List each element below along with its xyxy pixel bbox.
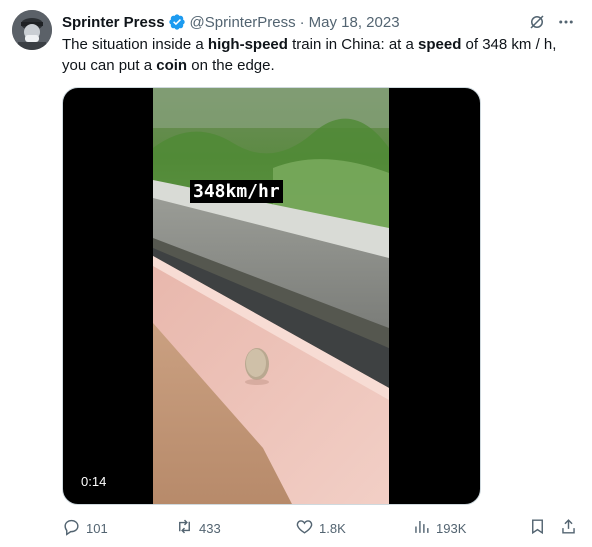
reply-icon (62, 517, 81, 539)
tweet-header: Sprinter Press @SprinterPress · May 18, … (62, 12, 576, 32)
tweet-text-part: train in China: at a (287, 36, 419, 53)
separator-dot: · (299, 13, 305, 31)
bookmark-icon (528, 517, 547, 539)
repost-icon (175, 517, 194, 539)
bookmark-button[interactable] (528, 516, 547, 540)
author-name[interactable]: Sprinter Press (62, 14, 165, 31)
reply-count: 101 (86, 520, 108, 536)
share-icon (559, 517, 578, 539)
header-actions (528, 13, 576, 31)
like-count: 1.8K (319, 520, 346, 536)
repost-count: 433 (199, 520, 221, 536)
author-handle[interactable]: @SprinterPress (190, 14, 296, 31)
video-player[interactable]: 348km/hr 0:14 (62, 87, 481, 505)
heart-icon (295, 517, 314, 539)
tweet-text-bold: high-speed (207, 36, 288, 53)
views-icon (412, 517, 431, 539)
video-duration: 0:14 (75, 472, 113, 491)
views-button[interactable]: 193K (412, 516, 466, 540)
like-button[interactable]: 1.8K (295, 516, 346, 540)
tweet-text-bold: coin (156, 57, 188, 74)
avatar[interactable] (12, 10, 52, 50)
tweet-date[interactable]: May 18, 2023 (309, 14, 400, 31)
tweet-text-part: on the edge. (187, 57, 275, 74)
tweet-text-bold: speed (418, 36, 462, 53)
action-bar: 101 433 1.8K 193K (62, 516, 582, 540)
tweet-text-part: The situation inside a (62, 36, 208, 53)
more-icon[interactable] (556, 13, 576, 31)
reply-button[interactable]: 101 (62, 516, 108, 540)
verified-badge-icon (168, 13, 186, 31)
repost-button[interactable]: 433 (175, 516, 221, 540)
video-frame[interactable]: 348km/hr (153, 88, 389, 504)
grok-icon[interactable] (528, 13, 546, 31)
tweet-text: The situation inside a high-speed train … (62, 34, 578, 76)
views-count: 193K (436, 520, 467, 536)
speed-overlay-label: 348km/hr (190, 180, 283, 203)
share-button[interactable] (559, 516, 578, 540)
